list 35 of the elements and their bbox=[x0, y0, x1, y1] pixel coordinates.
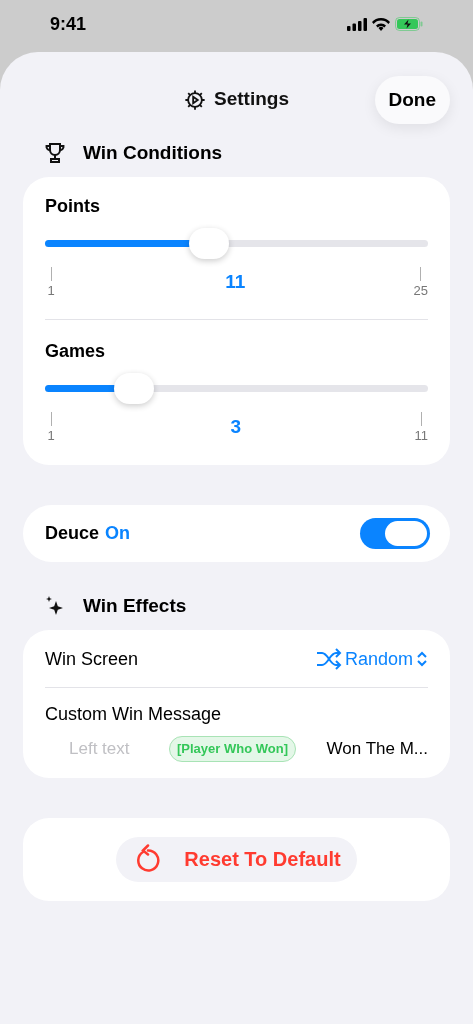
trophy-icon bbox=[45, 142, 65, 164]
screen-title: Settings bbox=[214, 87, 289, 112]
slider-thumb[interactable] bbox=[113, 372, 154, 404]
status-time: 9:41 bbox=[50, 12, 87, 36]
deuce-label: Deuce bbox=[45, 522, 100, 545]
reset-icon bbox=[134, 844, 161, 874]
shuffle-icon bbox=[315, 648, 342, 670]
slider[interactable] bbox=[45, 228, 428, 259]
chevron-updown-icon bbox=[416, 651, 428, 667]
left-text-field[interactable]: Left text bbox=[45, 736, 155, 762]
settings-icon bbox=[184, 88, 206, 111]
slider-thumb[interactable] bbox=[189, 228, 230, 259]
min-label: 1 bbox=[47, 282, 55, 300]
custom-message-label: Custom Win Message bbox=[45, 703, 223, 726]
slider-value: 11 bbox=[225, 270, 246, 294]
battery-icon bbox=[395, 17, 423, 31]
max-label: 25 bbox=[413, 282, 428, 300]
slider-value: 3 bbox=[230, 414, 242, 439]
player-tag: [Player Who Won] bbox=[169, 736, 296, 762]
slider-label: Games bbox=[45, 339, 107, 363]
signal-icon bbox=[347, 17, 367, 31]
deuce-toggle[interactable] bbox=[360, 518, 430, 549]
deuce-state: On bbox=[105, 522, 131, 545]
section-title: Win Conditions bbox=[83, 140, 223, 165]
done-button[interactable]: Done bbox=[374, 76, 450, 124]
slider-label: Points bbox=[45, 195, 101, 218]
right-text-field[interactable]: Won The M... bbox=[310, 736, 428, 762]
slider[interactable] bbox=[45, 372, 428, 404]
section-title: Win Effects bbox=[83, 593, 187, 618]
min-label: 1 bbox=[47, 426, 55, 445]
win-screen-picker[interactable]: Random bbox=[315, 645, 428, 673]
wifi-icon bbox=[372, 17, 390, 31]
max-label: 11 bbox=[414, 426, 428, 445]
win-screen-label: Win Screen bbox=[45, 647, 139, 671]
sparkles-icon bbox=[45, 595, 65, 617]
